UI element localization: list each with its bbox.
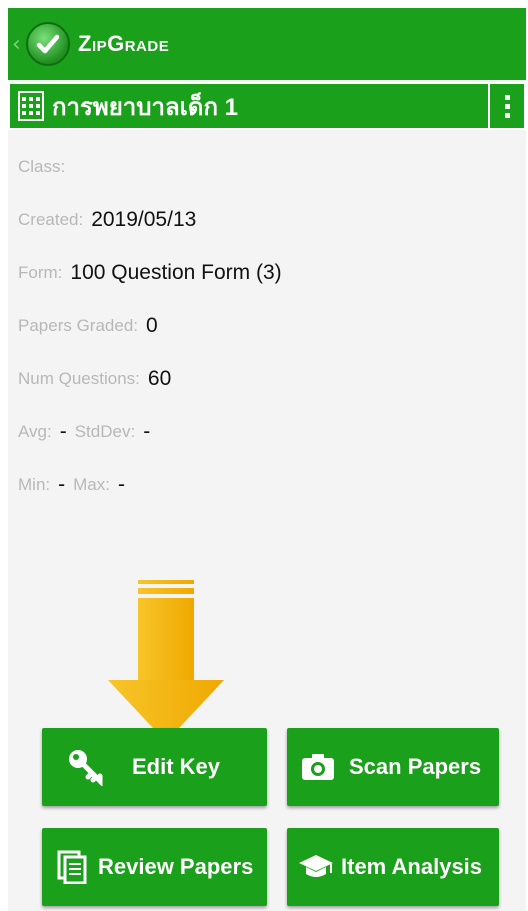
review-papers-label: Review Papers <box>98 854 254 879</box>
avg-std-row: Avg: - StdDev: - <box>18 405 290 458</box>
avg-label: Avg: <box>18 421 52 441</box>
scan-papers-label: Scan Papers <box>349 754 482 779</box>
min-label: Min: <box>18 474 51 494</box>
min-value: - <box>58 472 66 496</box>
edit-key-button[interactable]: Edit Key <box>42 728 267 806</box>
review-papers-button[interactable]: Review Papers <box>42 828 267 906</box>
class-row: Class: <box>18 140 290 193</box>
class-label: Class: <box>18 156 66 176</box>
created-row: Created: 2019/05/13 <box>18 193 290 246</box>
papers-graded-label: Papers Graded: <box>18 315 139 335</box>
item-analysis-label: Item Analysis <box>341 854 483 879</box>
form-grid-icon <box>18 91 44 121</box>
app-bar: ‹ ZipGrade <box>8 8 526 80</box>
checkmark-badge-icon[interactable] <box>26 22 70 66</box>
documents-icon <box>52 850 92 884</box>
created-value: 2019/05/13 <box>91 207 197 231</box>
scan-papers-button[interactable]: Scan Papers <box>287 728 499 806</box>
app-screen: ‹ ZipGrade การพยาบาลเด็ก 1 Class: Create… <box>8 8 526 911</box>
stddev-value: - <box>143 419 151 443</box>
num-questions-row: Num Questions: 60 <box>18 352 290 405</box>
quiz-title-bar: การพยาบาลเด็ก 1 <box>8 82 526 130</box>
camera-icon <box>295 753 341 781</box>
avg-value: - <box>59 419 67 443</box>
down-arrow-annotation <box>108 580 224 742</box>
quiz-title: การพยาบาลเด็ก 1 <box>52 93 239 121</box>
max-label: Max: <box>73 474 110 494</box>
num-questions-value: 60 <box>147 366 172 390</box>
created-label: Created: <box>18 209 84 229</box>
form-value: 100 Question Form (3) <box>70 260 282 284</box>
app-title: ZipGrade <box>78 31 170 56</box>
quiz-title-area: การพยาบาลเด็ก 1 <box>8 82 488 130</box>
chevron-left-icon[interactable]: ‹ <box>12 32 26 57</box>
form-row: Form: 100 Question Form (3) <box>18 246 290 299</box>
item-analysis-button[interactable]: Item Analysis <box>287 828 499 906</box>
num-questions-label: Num Questions: <box>18 368 140 388</box>
stddev-label: StdDev: <box>74 421 136 441</box>
overflow-menu-icon[interactable] <box>488 82 526 130</box>
graduation-cap-icon <box>295 853 337 881</box>
edit-key-label: Edit Key <box>132 754 221 779</box>
min-max-row: Min: - Max: - <box>18 458 290 511</box>
key-icon <box>56 737 116 797</box>
papers-graded-value: 0 <box>146 313 158 337</box>
form-label: Form: <box>18 262 63 282</box>
papers-graded-row: Papers Graded: 0 <box>18 299 290 352</box>
max-value: - <box>117 472 125 496</box>
quiz-info: Class: Created: 2019/05/13 Form: 100 Que… <box>18 140 290 511</box>
